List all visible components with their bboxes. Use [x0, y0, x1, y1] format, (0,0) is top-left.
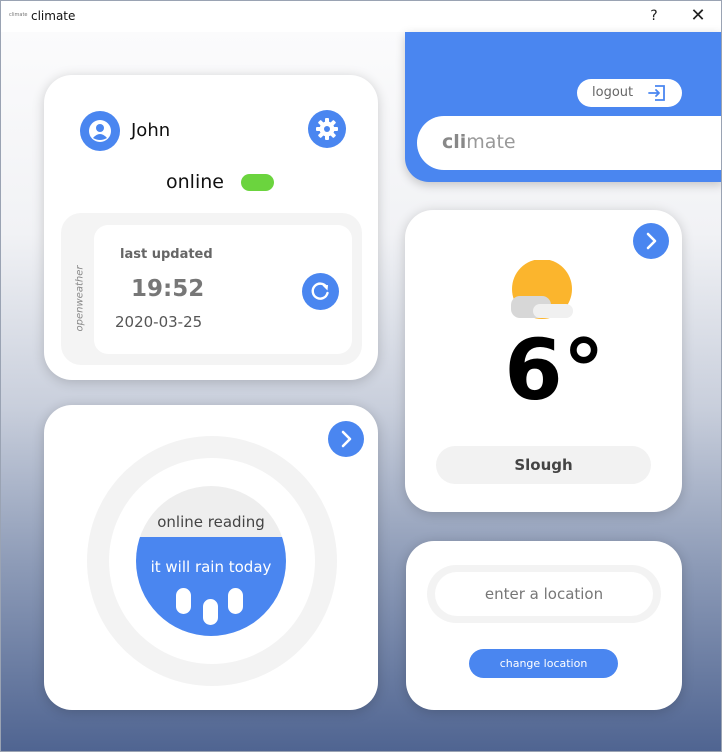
- settings-button[interactable]: [308, 110, 346, 148]
- app-icon: climate: [9, 12, 28, 18]
- main-content: John online openweather last updated 19:…: [1, 32, 721, 751]
- city-name: Slough: [514, 456, 573, 474]
- header-panel: logout climate: [405, 32, 721, 182]
- location-input[interactable]: [435, 572, 653, 616]
- weather-card: 6° Slough: [405, 210, 682, 512]
- chevron-right-icon: [341, 430, 352, 448]
- help-button[interactable]: ?: [639, 5, 669, 27]
- reading-disc: online reading it will rain today: [136, 486, 286, 636]
- update-time: 19:52: [131, 276, 205, 302]
- window-title: climate: [31, 9, 76, 23]
- location-card: change location: [406, 541, 682, 710]
- brand-logo: climate: [442, 131, 516, 153]
- status-toggle[interactable]: [241, 174, 274, 191]
- app-window: climate climate ? ✕ John online openweat…: [0, 0, 722, 752]
- update-panel: openweather last updated 19:52 2020-03-2…: [61, 213, 362, 365]
- refresh-button[interactable]: [302, 273, 339, 310]
- partly-cloudy-icon: [511, 260, 573, 319]
- status-text: online: [166, 171, 224, 193]
- title-bar: climate climate ? ✕: [1, 1, 721, 32]
- weather-details-button[interactable]: [633, 223, 669, 259]
- change-location-button[interactable]: change location: [469, 649, 618, 678]
- temperature: 6°: [504, 321, 605, 419]
- forecast-text: it will rain today: [150, 558, 272, 576]
- reading-card: online reading it will rain today: [44, 405, 378, 710]
- provider-label: openweather: [74, 265, 86, 332]
- chevron-right-icon: [646, 232, 657, 250]
- brand-logo-rest: mate: [466, 131, 516, 153]
- user-name: John: [131, 120, 171, 141]
- update-info: last updated 19:52 2020-03-25: [94, 225, 352, 354]
- avatar-button[interactable]: [80, 111, 120, 151]
- city-pill: Slough: [436, 446, 651, 484]
- logout-label: logout: [592, 85, 634, 100]
- profile-card: John online openweather last updated 19:…: [44, 75, 378, 380]
- last-updated-label: last updated: [120, 247, 213, 262]
- location-field-wrap: [427, 565, 661, 623]
- brand-logo-bold: cli: [442, 131, 467, 153]
- rain-drop-icon: [203, 599, 218, 625]
- close-button[interactable]: ✕: [683, 5, 713, 27]
- brand-bar: climate: [417, 116, 721, 170]
- logout-icon: [648, 85, 665, 101]
- refresh-icon: [311, 282, 329, 300]
- user-circle-icon: [89, 120, 111, 142]
- reading-label: online reading: [157, 513, 265, 531]
- update-date: 2020-03-25: [115, 313, 203, 331]
- rain-drop-icon: [228, 588, 243, 614]
- logout-button[interactable]: logout: [577, 79, 682, 107]
- rain-drop-icon: [176, 588, 191, 614]
- gear-icon: [316, 118, 338, 140]
- reading-details-button[interactable]: [328, 421, 364, 457]
